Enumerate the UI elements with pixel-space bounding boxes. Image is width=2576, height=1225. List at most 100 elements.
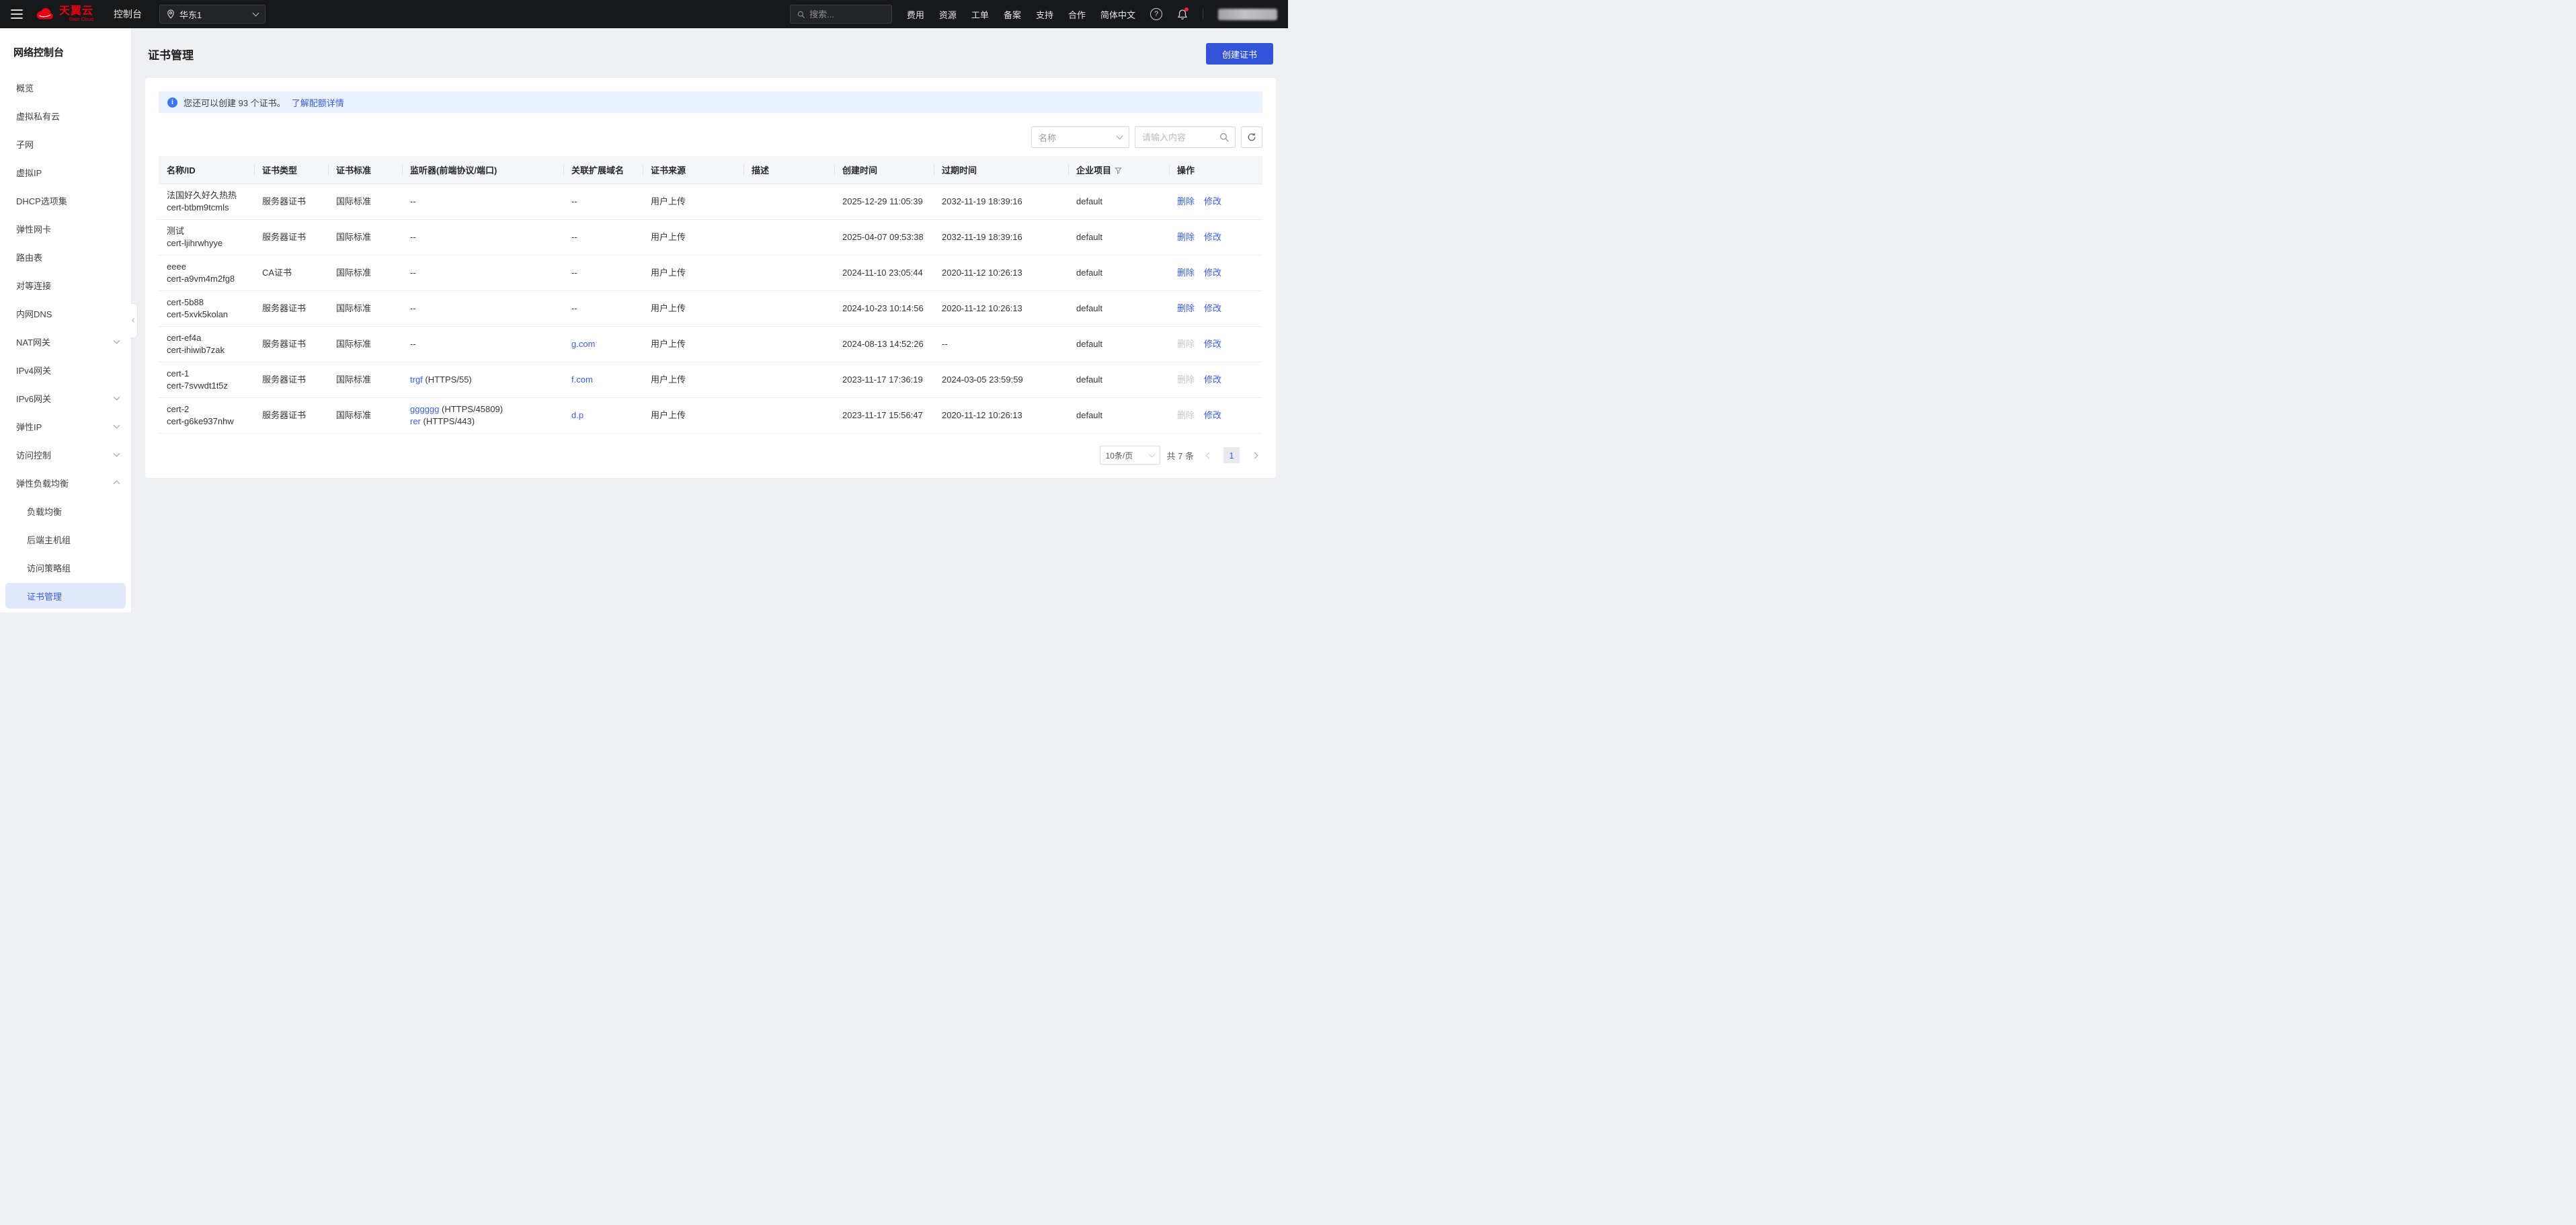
domain-link[interactable]: f.com: [571, 374, 593, 385]
topbar-link[interactable]: 合作: [1068, 8, 1086, 21]
sidebar-item[interactable]: 路由表: [0, 243, 131, 271]
delete-action[interactable]: 删除: [1177, 268, 1195, 278]
topbar-link[interactable]: 费用: [907, 8, 924, 21]
sidebar-item-label: 虚拟IP: [16, 166, 42, 179]
help-glyph: ?: [1154, 10, 1158, 18]
page-title: 证书管理: [148, 46, 194, 63]
sidebar-item[interactable]: 虚拟IP: [0, 158, 131, 186]
modify-action[interactable]: 修改: [1204, 303, 1221, 313]
cell-description: [743, 220, 834, 255]
sidebar-item[interactable]: DHCP选项集: [0, 186, 131, 214]
quota-details-link[interactable]: 了解配额详情: [292, 96, 344, 109]
sidebar-item[interactable]: 访问策略组: [0, 553, 131, 582]
cell-actions: 删除修改: [1169, 327, 1262, 362]
sidebar-item[interactable]: IPv6网关: [0, 384, 131, 412]
delete-action[interactable]: 删除: [1177, 303, 1195, 313]
filter-icon[interactable]: [1115, 166, 1122, 176]
topbar-link[interactable]: 备案: [1004, 8, 1021, 21]
next-page-button[interactable]: [1246, 447, 1262, 463]
modify-action[interactable]: 修改: [1204, 268, 1221, 278]
sidebar-item[interactable]: 对等连接: [0, 271, 131, 299]
logo[interactable]: 天翼云 State Cloud: [35, 6, 93, 22]
prev-page-button[interactable]: [1201, 447, 1217, 463]
modify-action[interactable]: 修改: [1204, 196, 1221, 206]
cell-source: 用户上传: [643, 220, 743, 255]
delete-action: 删除: [1177, 339, 1195, 349]
modify-action[interactable]: 修改: [1204, 410, 1221, 420]
cell-actions: 删除修改: [1169, 255, 1262, 291]
sidebar-item[interactable]: 负载均衡: [0, 497, 131, 525]
domain-link[interactable]: g.com: [571, 339, 595, 349]
table-search-input[interactable]: [1142, 132, 1215, 143]
delete-action[interactable]: 删除: [1177, 232, 1195, 242]
topbar-link[interactable]: 简体中文: [1100, 8, 1135, 21]
notification-bell-icon[interactable]: [1177, 9, 1188, 20]
total-count: 共 7 条: [1167, 449, 1194, 462]
current-page[interactable]: 1: [1223, 447, 1240, 463]
sidebar-item[interactable]: NAT网关: [0, 327, 131, 356]
search-icon[interactable]: [1219, 132, 1229, 142]
cert-id: cert-a9vm4m2fg8: [167, 273, 246, 285]
sidebar-item[interactable]: 弹性网卡: [0, 214, 131, 243]
sidebar-item[interactable]: 内网DNS: [0, 299, 131, 327]
listener-link[interactable]: rer: [410, 416, 421, 426]
cert-name: 法国好久好久热热: [167, 190, 246, 202]
create-certificate-button[interactable]: 创建证书: [1206, 43, 1273, 65]
topbar-link[interactable]: 工单: [971, 8, 989, 21]
column-header-label: 证书标准: [336, 165, 371, 175]
modify-action[interactable]: 修改: [1204, 339, 1221, 349]
cell-expires: 2032-11-19 18:39:16: [934, 220, 1068, 255]
sidebar-item[interactable]: 弹性IP: [0, 412, 131, 440]
cell-description: [743, 398, 834, 434]
domain-link[interactable]: d.p: [571, 410, 583, 420]
sidebar-item[interactable]: 虚拟私有云: [0, 102, 131, 130]
table-row: eeeecert-a9vm4m2fg8CA证书国际标准----用户上传2024-…: [159, 255, 1262, 291]
cert-id: cert-ihiwib7zak: [167, 344, 246, 356]
sidebar-menu: 概览虚拟私有云子网虚拟IP DHCP选项集弹性网卡路由表对等连接内网DNS NAT网…: [0, 73, 131, 608]
page-size-select[interactable]: 10条/页: [1100, 446, 1160, 465]
user-account[interactable]: [1218, 9, 1277, 20]
console-label[interactable]: 控制台: [114, 7, 142, 21]
cert-id: cert-btbm9tcmls: [167, 202, 246, 214]
global-search-input[interactable]: [809, 9, 885, 19]
help-icon[interactable]: ?: [1150, 8, 1162, 20]
cell-type: 服务器证书: [254, 398, 328, 434]
global-search[interactable]: [790, 5, 892, 24]
delete-action[interactable]: 删除: [1177, 196, 1195, 206]
topbar-link[interactable]: 支持: [1036, 8, 1053, 21]
cell-project: default: [1068, 220, 1169, 255]
listener-link[interactable]: trgf: [410, 374, 423, 385]
sidebar-item[interactable]: 证书管理: [5, 583, 126, 608]
region-selector[interactable]: 华东1: [159, 5, 266, 24]
sidebar-item[interactable]: IPv4网关: [0, 356, 131, 384]
region-label: 华东1: [179, 8, 202, 21]
cell-project: default: [1068, 184, 1169, 220]
sidebar-collapse-handle[interactable]: [131, 303, 138, 338]
menu-icon[interactable]: [11, 9, 23, 19]
cert-name: cert-1: [167, 368, 246, 380]
listener-link[interactable]: gggggg: [410, 404, 439, 414]
cell-name-id: eeeecert-a9vm4m2fg8: [159, 255, 254, 291]
sidebar-item[interactable]: 子网: [0, 130, 131, 158]
sidebar-item[interactable]: 访问控制: [0, 440, 131, 469]
refresh-button[interactable]: [1241, 126, 1262, 148]
sidebar-item[interactable]: 弹性负载均衡: [0, 469, 131, 497]
modify-action[interactable]: 修改: [1204, 374, 1221, 385]
column-header-label: 证书类型: [262, 165, 297, 175]
topbar-link[interactable]: 资源: [939, 8, 957, 21]
topbar: 天翼云 State Cloud 控制台 华东1 费用 资源 工单 备案 支持 合作 简体中文…: [0, 0, 1288, 28]
cell-created: 2023-11-17 15:56:47: [834, 398, 934, 434]
sidebar-item[interactable]: 概览: [0, 73, 131, 102]
filter-field-select[interactable]: 名称: [1031, 126, 1129, 148]
cell-listeners: gggggg (HTTPS/45809)rer (HTTPS/443): [402, 398, 563, 434]
sidebar-item-label: NAT网关: [16, 335, 50, 348]
cell-project: default: [1068, 255, 1169, 291]
listener-protocol: (HTTPS/443): [421, 416, 475, 426]
chevron-left-icon: [132, 318, 136, 323]
sidebar-item-label: 后端主机组: [27, 533, 71, 546]
cell-listeners: trgf (HTTPS/55): [402, 362, 563, 398]
modify-action[interactable]: 修改: [1204, 232, 1221, 242]
cell-standard: 国际标准: [328, 184, 402, 220]
cell-expires: 2020-11-12 10:26:13: [934, 255, 1068, 291]
sidebar-item[interactable]: 后端主机组: [0, 525, 131, 553]
